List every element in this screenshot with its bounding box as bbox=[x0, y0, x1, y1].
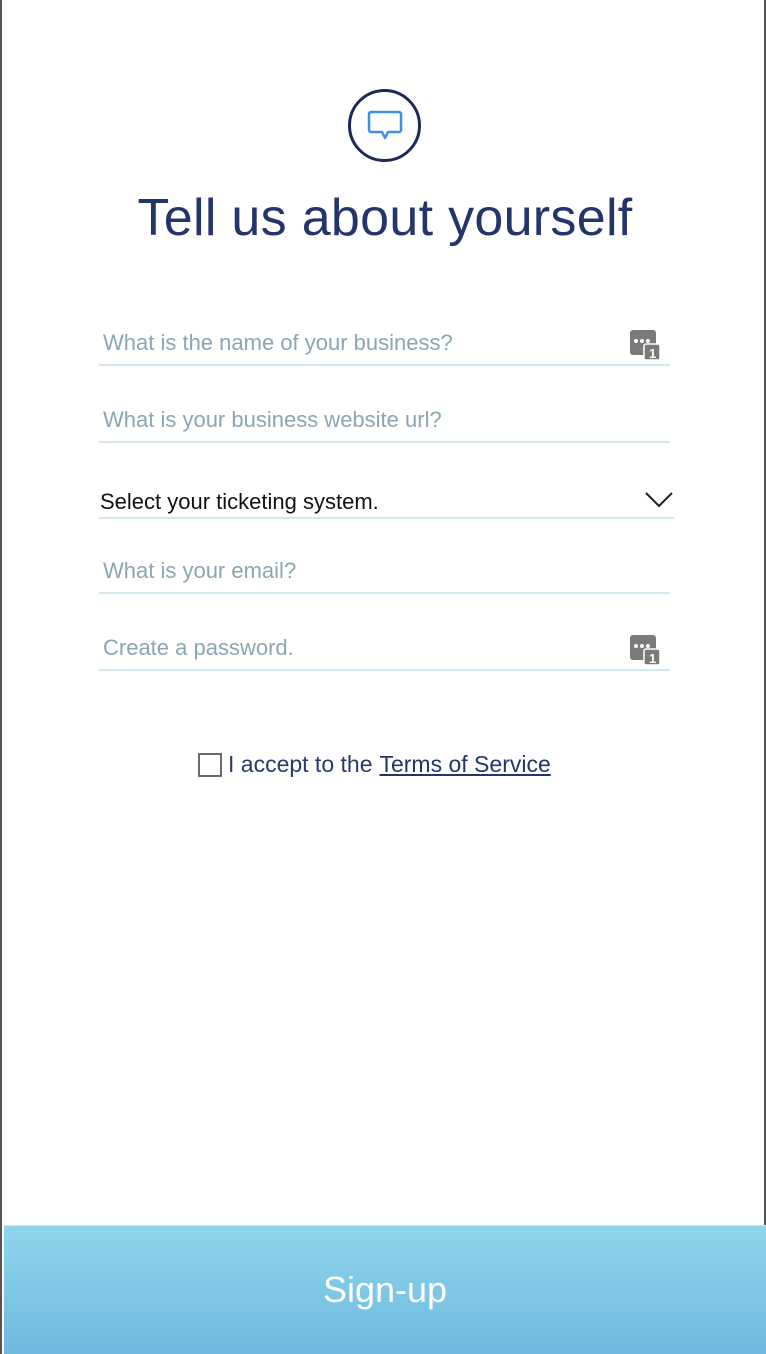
email-input[interactable] bbox=[99, 552, 670, 590]
ticketing-system-label: Select your ticketing system. bbox=[100, 489, 379, 514]
svg-text:1: 1 bbox=[649, 651, 656, 665]
email-field bbox=[99, 550, 670, 594]
terms-of-service-link[interactable]: Terms of Service bbox=[379, 751, 550, 778]
business-name-field: 1 bbox=[99, 322, 670, 366]
password-manager-icon[interactable]: 1 bbox=[630, 635, 660, 665]
website-url-field bbox=[99, 399, 670, 443]
page-title: Tell us about yourself bbox=[137, 189, 633, 247]
password-field: 1 bbox=[99, 627, 670, 671]
terms-checkbox[interactable] bbox=[198, 752, 222, 777]
chevron-down-icon bbox=[645, 492, 673, 508]
business-name-input[interactable] bbox=[99, 324, 670, 362]
signup-button-label: Sign-up bbox=[322, 1269, 448, 1310]
terms-row: I accept to the Terms of Service bbox=[198, 751, 551, 778]
password-input[interactable] bbox=[99, 629, 670, 667]
logo-chat-bubble-icon bbox=[348, 89, 421, 162]
ticketing-system-select[interactable]: Select your ticketing system. bbox=[99, 479, 674, 519]
signup-button[interactable]: Sign-up bbox=[4, 1225, 766, 1354]
signup-screen: Tell us about yourself 1 Select your tic… bbox=[0, 0, 766, 1354]
svg-text:1: 1 bbox=[649, 346, 656, 360]
terms-prefix: I accept to the bbox=[228, 751, 373, 777]
website-url-input[interactable] bbox=[99, 401, 670, 439]
password-manager-icon[interactable]: 1 bbox=[630, 330, 660, 360]
